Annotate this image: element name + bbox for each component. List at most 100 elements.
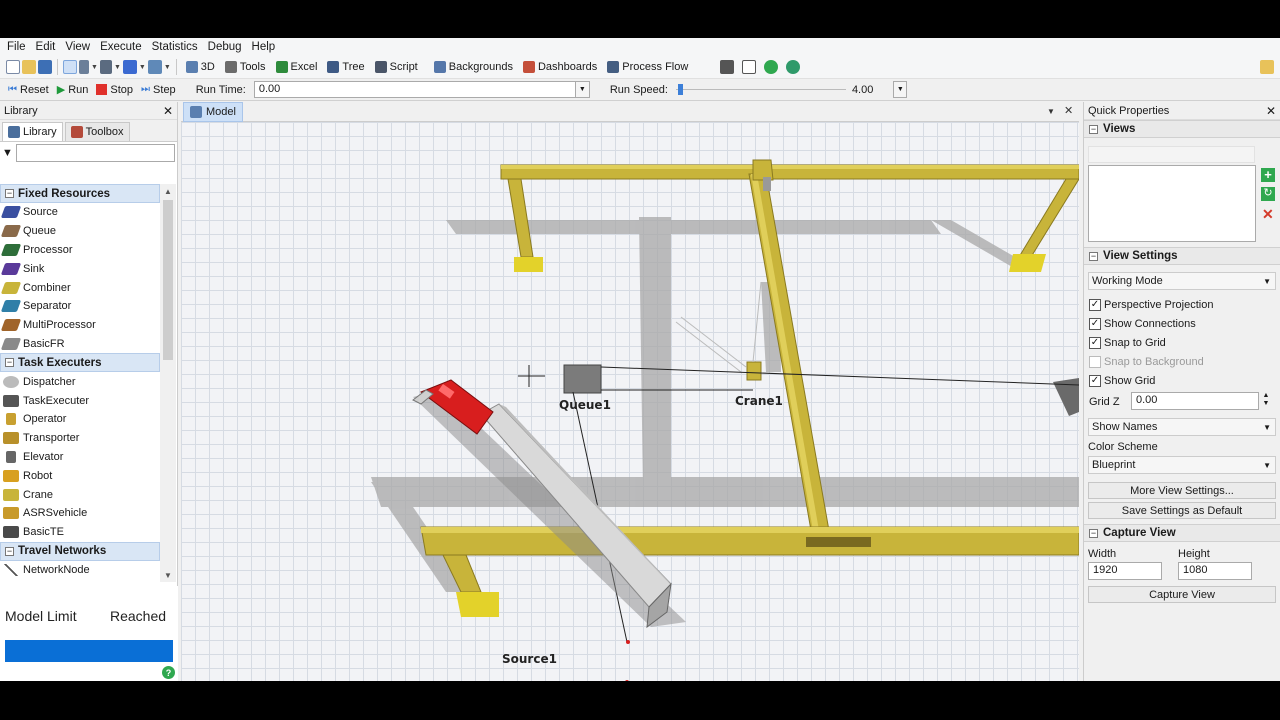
library-item-taskexecuter[interactable]: TaskExecuter [0, 391, 160, 410]
step-button[interactable]: ⏭ Step [137, 80, 180, 100]
save-settings-default-button[interactable]: Save Settings as Default [1088, 502, 1276, 519]
menu-execute[interactable]: Execute [95, 41, 147, 53]
menu-view[interactable]: View [60, 41, 95, 53]
working-mode-select[interactable]: Working Mode ▼ [1088, 272, 1276, 290]
3d-viewport[interactable]: Queue1 Crane1 Source1 [181, 122, 1079, 681]
section-capture-view[interactable]: − Capture View [1084, 524, 1280, 542]
crane1-label[interactable]: Crane1 [735, 394, 783, 408]
library-item-queue[interactable]: Queue [0, 222, 160, 241]
menu-edit[interactable]: Edit [31, 41, 61, 53]
perspective-projection-checkbox[interactable]: ✓ Perspective Projection [1089, 299, 1213, 311]
library-item-robot[interactable]: Robot [0, 466, 160, 485]
library-item-dispatcher[interactable]: Dispatcher [0, 372, 160, 391]
library-item-basicte[interactable]: BasicTE [0, 523, 160, 542]
tab-library[interactable]: Library [2, 122, 63, 141]
toolbar-dashboards-button[interactable]: Dashboards [519, 57, 601, 77]
chevron-down-icon[interactable]: ▼ [114, 64, 121, 71]
close-icon[interactable]: ✕ [1064, 104, 1073, 117]
snap-to-grid-checkbox[interactable]: ✓ Snap to Grid [1089, 337, 1166, 349]
slider-thumb[interactable] [677, 84, 683, 95]
views-list[interactable] [1088, 165, 1256, 242]
color-picker-icon[interactable] [122, 60, 137, 74]
filter-input[interactable] [15, 144, 175, 162]
refresh-view-icon[interactable]: ↻ [1261, 187, 1275, 201]
capture-view-button[interactable]: Capture View [1088, 586, 1276, 603]
grid-z-input[interactable]: 0.00 [1131, 392, 1259, 410]
library-item-asrsvehicle[interactable]: ASRSvehicle [0, 504, 160, 523]
help-icon[interactable] [764, 60, 779, 74]
library-item-networknode[interactable]: NetworkNode [0, 561, 160, 580]
delete-view-icon[interactable]: ✕ [1262, 206, 1274, 223]
scrollbar-thumb[interactable] [163, 200, 173, 360]
color-scheme-select[interactable]: Blueprint ▼ [1088, 456, 1276, 474]
toolbar-3d-button[interactable]: 3D [182, 57, 219, 77]
library-item-transporter[interactable]: Transporter [0, 429, 160, 448]
library-item-source[interactable]: Source [0, 203, 160, 222]
network-mode-icon[interactable] [99, 60, 112, 74]
source1-label[interactable]: Source1 [502, 652, 557, 666]
toolbar-tree-button[interactable]: Tree [323, 57, 368, 77]
queue1-label[interactable]: Queue1 [559, 398, 611, 412]
close-icon[interactable]: ✕ [1266, 104, 1276, 118]
tab-toolbox[interactable]: Toolbox [64, 122, 130, 141]
library-item-operator[interactable]: Operator [0, 410, 160, 429]
section-views[interactable]: − Views [1084, 120, 1280, 138]
new-file-icon[interactable] [6, 60, 20, 74]
close-icon[interactable]: ✕ [163, 104, 173, 118]
reset-button[interactable]: ⏮ Reset [4, 80, 53, 100]
layout-icon[interactable] [720, 60, 735, 74]
chevron-down-icon[interactable]: ▼ [91, 64, 98, 71]
library-item-processor[interactable]: Processor [0, 241, 160, 260]
chevron-down-icon[interactable]: ▼ [139, 64, 146, 71]
library-scrollbar[interactable]: ▲ ▼ [160, 184, 176, 582]
library-item-crane[interactable]: Crane [0, 485, 160, 504]
menu-statistics[interactable]: Statistics [147, 41, 203, 53]
chevron-down-icon[interactable]: ▼ [893, 81, 908, 98]
library-item-combiner[interactable]: Combiner [0, 278, 160, 297]
library-item-multiprocessor[interactable]: MultiProcessor [0, 316, 160, 335]
tab-model[interactable]: Model [183, 101, 243, 122]
run-time-input[interactable]: 0.00 [253, 81, 576, 98]
show-grid-checkbox[interactable]: ✓ Show Grid [1089, 375, 1155, 387]
toolbar-excel-button[interactable]: Excel [272, 57, 322, 77]
library-item-elevator[interactable]: Elevator [0, 448, 160, 467]
chevron-down-icon[interactable]: ▼ [575, 81, 590, 98]
category-fixed-resources[interactable]: − Fixed Resources [0, 184, 160, 203]
menu-help[interactable]: Help [247, 41, 281, 53]
scroll-up-icon[interactable]: ▲ [160, 184, 176, 198]
run-button[interactable]: ▶ Run [53, 80, 93, 100]
run-speed-slider[interactable] [675, 81, 846, 98]
open-folder-icon[interactable] [22, 60, 36, 74]
add-view-icon[interactable]: + [1261, 168, 1275, 182]
menu-debug[interactable]: Debug [203, 41, 247, 53]
connect-mode-icon[interactable] [79, 60, 89, 74]
toolbar-script-button[interactable]: Script [371, 57, 422, 77]
view-options-icon[interactable] [147, 60, 162, 74]
folder-corner-icon[interactable] [1260, 60, 1274, 74]
library-item-sink[interactable]: Sink [0, 259, 160, 278]
select-mode-icon[interactable] [63, 60, 77, 74]
capture-height-input[interactable]: 1080 [1178, 562, 1252, 580]
toolbar-process-flow-button[interactable]: Process Flow [603, 57, 692, 77]
category-task-executers[interactable]: − Task Executers [0, 353, 160, 373]
library-item-separator[interactable]: Separator [0, 297, 160, 316]
globe-icon[interactable] [786, 60, 801, 74]
more-view-settings-button[interactable]: More View Settings... [1088, 482, 1276, 499]
toolbar-tools-button[interactable]: Tools [221, 57, 270, 77]
help-icon[interactable]: ? [162, 666, 175, 679]
category-travel-networks[interactable]: − Travel Networks [0, 541, 160, 561]
toolbar-backgrounds-button[interactable]: Backgrounds [430, 57, 517, 77]
window-icon[interactable] [742, 60, 757, 74]
capture-width-input[interactable]: 1920 [1088, 562, 1162, 580]
library-item-basicfr[interactable]: BasicFR [0, 335, 160, 354]
grid-z-spinner[interactable]: ▲ ▼ [1260, 392, 1272, 410]
show-names-select[interactable]: Show Names ▼ [1088, 418, 1276, 436]
show-connections-checkbox[interactable]: ✓ Show Connections [1089, 318, 1196, 330]
views-name-field[interactable] [1088, 146, 1255, 163]
chevron-down-icon[interactable]: ▼ [164, 64, 171, 71]
section-view-settings[interactable]: − View Settings [1084, 247, 1280, 265]
chevron-down-icon[interactable]: ▼ [1047, 107, 1055, 116]
save-icon[interactable] [38, 60, 52, 74]
menu-file[interactable]: File [2, 41, 31, 53]
stop-button[interactable]: Stop [92, 80, 137, 100]
